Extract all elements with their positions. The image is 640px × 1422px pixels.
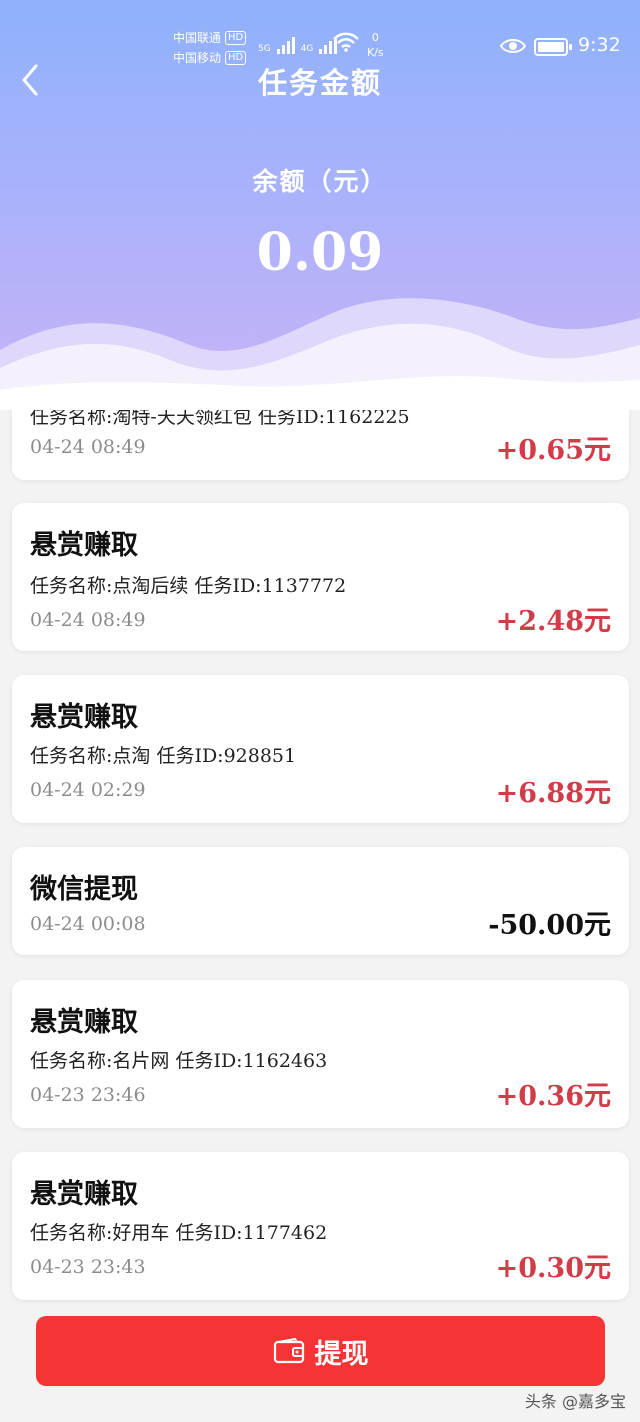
watermark: 头条 @嘉多宝 <box>524 1392 626 1411</box>
record-time: 04-23 23:43 <box>30 1256 146 1278</box>
hd-badge: HD <box>225 31 247 45</box>
list-item[interactable]: 悬赏赚取 任务名称:点淘 任务ID:928851 04-24 02:29 +6.… <box>12 675 629 823</box>
signal-indicators: 5G 4G <box>258 34 338 54</box>
record-amount: +6.88元 <box>495 778 611 809</box>
record-type: 悬赏赚取 <box>30 530 138 561</box>
battery-icon <box>534 38 572 56</box>
clock: 9:32 <box>578 34 621 56</box>
task-detail: 任务名称:点淘 任务ID:928851 <box>30 745 297 767</box>
record-amount: -50.00元 <box>488 910 611 941</box>
wallet-icon <box>273 1338 304 1364</box>
record-type: 悬赏赚取 <box>30 1007 138 1038</box>
signal-icon <box>276 34 295 54</box>
record-type: 微信提现 <box>30 874 138 905</box>
carrier-1: 中国联通 <box>173 31 222 45</box>
eye-icon <box>500 39 526 53</box>
net-speed: 0 K/s <box>367 30 384 60</box>
record-time: 04-24 02:29 <box>30 779 146 801</box>
record-amount: +0.30元 <box>495 1253 611 1284</box>
list-item[interactable]: 微信提现 04-24 00:08 -50.00元 <box>12 847 629 955</box>
speed-value: 0 <box>371 31 379 44</box>
wave-decoration <box>0 298 640 410</box>
task-detail: 任务名称:好用车 任务ID:1177462 <box>30 1222 328 1244</box>
net-type-1: 5G <box>258 44 271 54</box>
balance-label: 余额（元） <box>252 167 388 196</box>
record-time: 04-24 00:08 <box>30 913 146 935</box>
record-time: 04-24 08:49 <box>30 609 146 631</box>
net-type-2: 4G <box>300 44 314 54</box>
record-amount: +2.48元 <box>495 606 611 637</box>
list-item[interactable]: 悬赏赚取 任务名称:名片网 任务ID:1162463 04-23 23:46 +… <box>12 980 629 1128</box>
record-time: 04-23 23:46 <box>30 1084 146 1106</box>
wifi-icon <box>333 32 359 52</box>
withdraw-label: 提现 <box>314 1338 369 1370</box>
record-type: 悬赏赚取 <box>30 702 138 733</box>
page-title: 任务金额 <box>257 66 382 100</box>
task-detail: 任务名称:名片网 任务ID:1162463 <box>30 1050 328 1072</box>
record-amount: +0.36元 <box>495 1081 611 1112</box>
record-amount: +0.65元 <box>495 435 611 466</box>
record-time: 04-24 08:49 <box>30 436 146 458</box>
balance-header: 中国联通 HD 中国移动 HD 5G 4G 0 K/s 9:32 任务金额 余额… <box>0 0 640 410</box>
record-type: 悬赏赚取 <box>30 1179 138 1210</box>
list-item[interactable]: 悬赏赚取 任务名称:好用车 任务ID:1177462 04-23 23:43 +… <box>12 1152 629 1300</box>
speed-unit: K/s <box>367 46 384 59</box>
balance-value: 0.09 <box>256 222 384 283</box>
withdraw-button[interactable]: 提现 <box>36 1316 605 1386</box>
task-detail: 任务名称:点淘后续 任务ID:1137772 <box>30 575 347 597</box>
list-item[interactable]: 悬赏赚取 任务名称:点淘后续 任务ID:1137772 04-24 08:49 … <box>12 503 629 651</box>
